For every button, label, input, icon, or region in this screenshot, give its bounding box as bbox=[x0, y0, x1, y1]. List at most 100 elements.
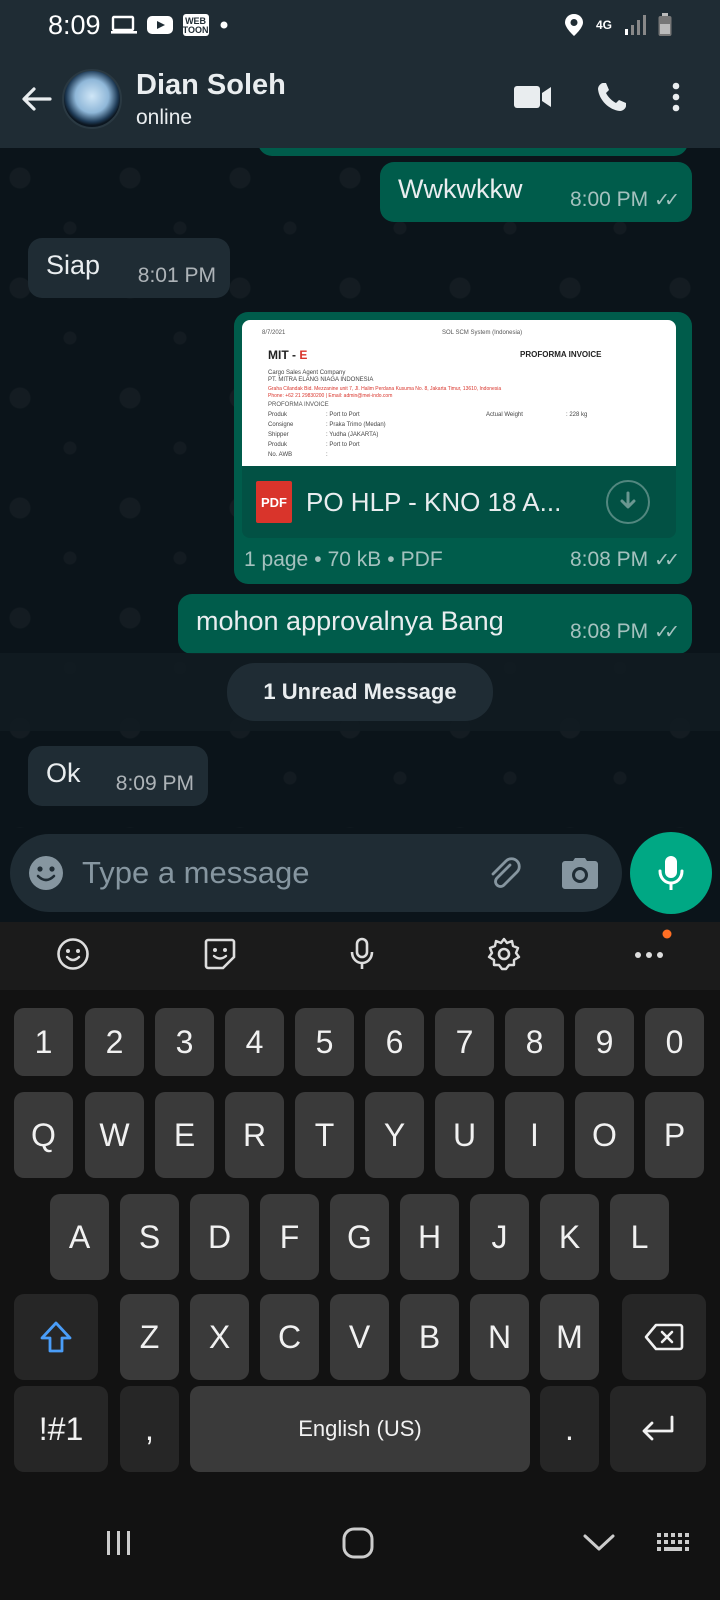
key-4[interactable]: 4 bbox=[225, 1008, 284, 1076]
document-name: PO HLP - KNO 18 A... bbox=[306, 486, 562, 517]
message-time: 8:01 PM bbox=[137, 264, 216, 287]
key-q[interactable]: Q bbox=[14, 1092, 73, 1178]
double-check-icon: ✓✓ bbox=[654, 549, 680, 571]
download-icon bbox=[620, 491, 636, 509]
home-button[interactable] bbox=[341, 1526, 375, 1565]
key-5[interactable]: 5 bbox=[295, 1008, 354, 1076]
message-bubble-incoming[interactable]: Siap 8:01 PM bbox=[28, 238, 230, 298]
key-j[interactable]: J bbox=[470, 1194, 529, 1280]
shift-icon bbox=[40, 1321, 72, 1353]
preview-company-2: PT. MITRA ELANG NIAGA INDONESIA bbox=[268, 377, 374, 383]
recent-apps-button[interactable] bbox=[104, 1528, 134, 1563]
gear-icon bbox=[488, 937, 521, 970]
voice-call-button[interactable] bbox=[596, 81, 628, 118]
key-a[interactable]: A bbox=[50, 1194, 109, 1280]
preview-title: PROFORMA INVOICE bbox=[520, 350, 602, 359]
key-w[interactable]: W bbox=[85, 1092, 144, 1178]
contact-status: online bbox=[136, 105, 193, 129]
message-bubble-outgoing[interactable]: Wwkwkkw 8:00 PM ✓✓ bbox=[380, 162, 692, 222]
key-y[interactable]: Y bbox=[365, 1092, 424, 1178]
key-m[interactable]: M bbox=[540, 1294, 599, 1380]
back-nav-button[interactable] bbox=[582, 1533, 616, 1558]
key-h[interactable]: H bbox=[400, 1194, 459, 1280]
video-call-icon bbox=[514, 85, 551, 108]
key-k[interactable]: K bbox=[540, 1194, 599, 1280]
key-9[interactable]: 9 bbox=[575, 1008, 634, 1076]
chat-area[interactable]: Wwkwkkw 8:00 PM ✓✓ Siap 8:01 PM 8/7/2021… bbox=[0, 148, 720, 828]
preview-system: SOL SCM System (Indonesia) bbox=[442, 330, 523, 336]
symbols-key[interactable]: !#1 bbox=[14, 1386, 108, 1472]
preview-row: No. AWB: bbox=[268, 452, 328, 458]
voice-record-button[interactable] bbox=[630, 832, 712, 914]
key-p[interactable]: P bbox=[645, 1092, 704, 1178]
message-bubble-incoming[interactable]: Ok 8:09 PM bbox=[28, 746, 208, 806]
comma-key[interactable]: , bbox=[120, 1386, 179, 1472]
key-3[interactable]: 3 bbox=[155, 1008, 214, 1076]
key-b[interactable]: B bbox=[400, 1294, 459, 1380]
key-l[interactable]: L bbox=[610, 1194, 669, 1280]
enter-key[interactable] bbox=[610, 1386, 706, 1472]
attach-button[interactable] bbox=[486, 855, 522, 891]
document-row[interactable]: PDF PO HLP - KNO 18 A... bbox=[242, 466, 676, 538]
shift-key[interactable] bbox=[14, 1294, 98, 1380]
chat-header: Dian Soleh online bbox=[0, 50, 720, 148]
key-u[interactable]: U bbox=[435, 1092, 494, 1178]
keyboard: 1 2 3 4 5 6 7 8 9 0 Q W E R T Y U I O P … bbox=[0, 990, 720, 1490]
emoji-button[interactable] bbox=[28, 855, 64, 891]
recent-apps-icon bbox=[106, 1530, 130, 1555]
back-button[interactable] bbox=[8, 71, 64, 127]
sticker-button[interactable] bbox=[203, 937, 237, 976]
key-s[interactable]: S bbox=[120, 1194, 179, 1280]
keyboard-switch-button[interactable] bbox=[656, 1531, 692, 1560]
key-t[interactable]: T bbox=[295, 1092, 354, 1178]
system-nav-bar bbox=[0, 1490, 720, 1600]
key-1[interactable]: 1 bbox=[14, 1008, 73, 1076]
key-f[interactable]: F bbox=[260, 1194, 319, 1280]
key-g[interactable]: G bbox=[330, 1194, 389, 1280]
space-key[interactable]: English (US) bbox=[190, 1386, 530, 1472]
download-button[interactable] bbox=[606, 480, 650, 524]
message-input[interactable]: Type a message bbox=[82, 855, 309, 891]
message-bubble-partial[interactable] bbox=[258, 148, 688, 156]
network-4g-icon: 4G bbox=[595, 18, 612, 32]
video-call-button[interactable] bbox=[514, 84, 552, 115]
keyboard-more-button[interactable] bbox=[634, 929, 672, 965]
key-n[interactable]: N bbox=[470, 1294, 529, 1380]
document-message[interactable]: 8/7/2021 SOL SCM System (Indonesia) MIT … bbox=[234, 312, 692, 584]
key-8[interactable]: 8 bbox=[505, 1008, 564, 1076]
preview-row: Produk: Port to Port Actual Weight: 228 k… bbox=[268, 412, 588, 418]
camera-button[interactable] bbox=[562, 857, 598, 889]
key-7[interactable]: 7 bbox=[435, 1008, 494, 1076]
period-key[interactable]: . bbox=[540, 1386, 599, 1472]
key-v[interactable]: V bbox=[330, 1294, 389, 1380]
key-r[interactable]: R bbox=[225, 1092, 284, 1178]
key-2[interactable]: 2 bbox=[85, 1008, 144, 1076]
sticker-icon bbox=[204, 938, 235, 969]
key-d[interactable]: D bbox=[190, 1194, 249, 1280]
contact-info[interactable]: Dian Soleh online bbox=[136, 69, 286, 130]
location-icon bbox=[564, 13, 584, 37]
key-i[interactable]: I bbox=[505, 1092, 564, 1178]
keyboard-emoji-button[interactable] bbox=[56, 937, 90, 976]
key-6[interactable]: 6 bbox=[365, 1008, 424, 1076]
more-options-button[interactable] bbox=[672, 82, 680, 117]
key-o[interactable]: O bbox=[575, 1092, 634, 1178]
key-c[interactable]: C bbox=[260, 1294, 319, 1380]
message-input-bar[interactable]: Type a message bbox=[10, 834, 622, 912]
camera-icon bbox=[562, 858, 598, 889]
message-text: mohon approvalnya Bang bbox=[196, 606, 504, 636]
key-x[interactable]: X bbox=[190, 1294, 249, 1380]
key-z[interactable]: Z bbox=[120, 1294, 179, 1380]
key-0[interactable]: 0 bbox=[645, 1008, 704, 1076]
key-e[interactable]: E bbox=[155, 1092, 214, 1178]
backspace-key[interactable] bbox=[622, 1294, 706, 1380]
preview-date: 8/7/2021 bbox=[262, 330, 286, 336]
double-check-icon: ✓✓ bbox=[654, 189, 680, 211]
document-size: 70 kB bbox=[327, 548, 382, 571]
voice-input-button[interactable] bbox=[349, 937, 375, 976]
document-preview[interactable]: 8/7/2021 SOL SCM System (Indonesia) MIT … bbox=[242, 320, 676, 466]
avatar[interactable] bbox=[62, 69, 122, 129]
message-bubble-outgoing[interactable]: mohon approvalnya Bang 8:08 PM ✓✓ bbox=[178, 594, 692, 654]
keyboard-settings-button[interactable] bbox=[487, 937, 521, 976]
keyboard-icon bbox=[657, 1532, 689, 1551]
